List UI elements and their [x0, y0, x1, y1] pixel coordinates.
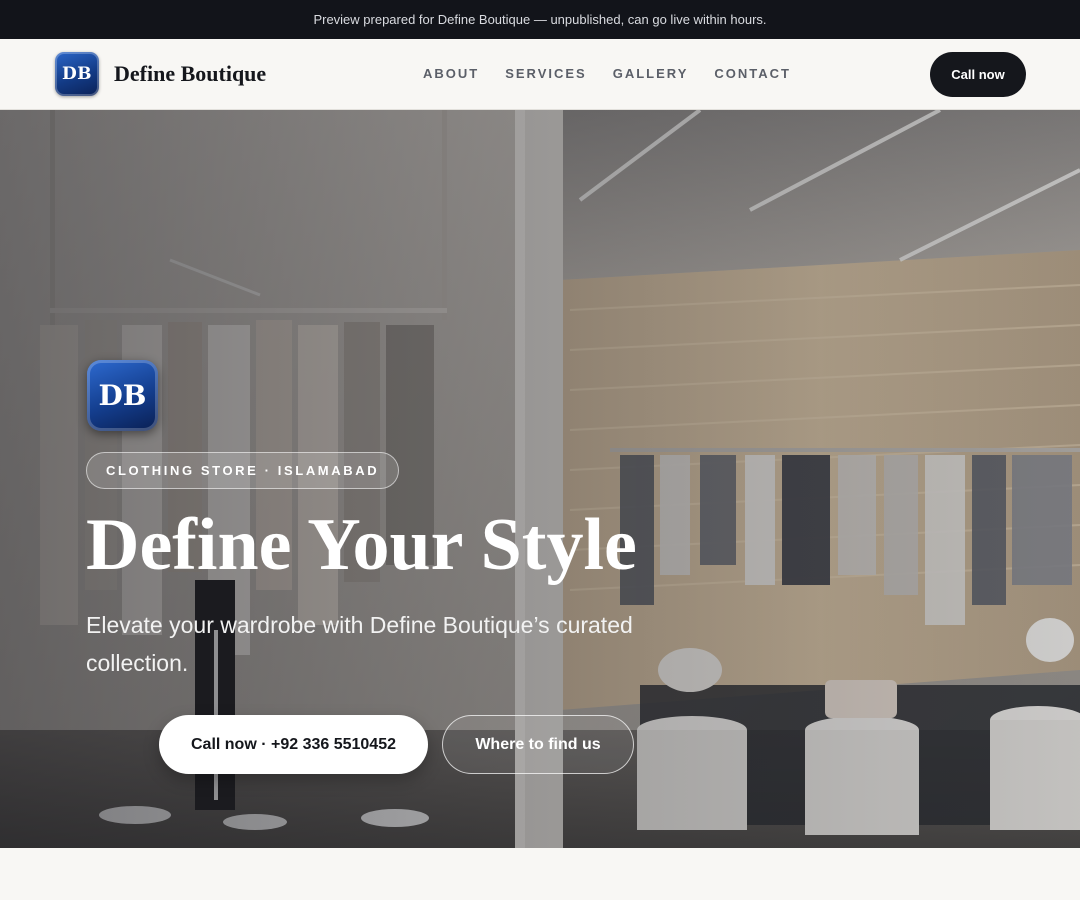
brand-name[interactable]: Define Boutique [114, 61, 266, 87]
brand-logo-text: DB [61, 64, 93, 84]
hero-category-badge: CLOTHING STORE · ISLAMABAD [86, 452, 400, 489]
main-nav: ABOUT SERVICES GALLERY CONTACT [410, 66, 804, 81]
hero-location-button[interactable]: Where to find us [442, 715, 634, 774]
site-header: DB Define Boutique ABOUT SERVICES GALLER… [0, 39, 1080, 110]
announcement-bar: Preview prepared for Define Boutique — u… [0, 0, 1080, 39]
hero-title: Define Your Style [86, 504, 637, 586]
hero-logo: DB [87, 360, 158, 431]
nav-link-gallery[interactable]: GALLERY [613, 66, 689, 81]
hero-category-text: CLOTHING STORE · ISLAMABAD [106, 463, 380, 478]
nav-link-services[interactable]: SERVICES [505, 66, 587, 81]
brand-logo[interactable]: DB [55, 52, 99, 96]
next-section [0, 848, 1080, 900]
hero-section: DB CLOTHING STORE · ISLAMABAD Define You… [0, 110, 1080, 848]
nav-link-about[interactable]: ABOUT [423, 66, 479, 81]
hero-logo-text: DB [98, 379, 147, 412]
header-call-button[interactable]: Call now [930, 52, 1026, 97]
hero-subtitle: Elevate your wardrobe with Define Boutiq… [86, 612, 633, 676]
nav-link-contact[interactable]: CONTACT [714, 66, 791, 81]
announcement-text: Preview prepared for Define Boutique — u… [313, 12, 767, 27]
hero-call-button[interactable]: Call now · +92 336 5510452 [159, 715, 428, 774]
